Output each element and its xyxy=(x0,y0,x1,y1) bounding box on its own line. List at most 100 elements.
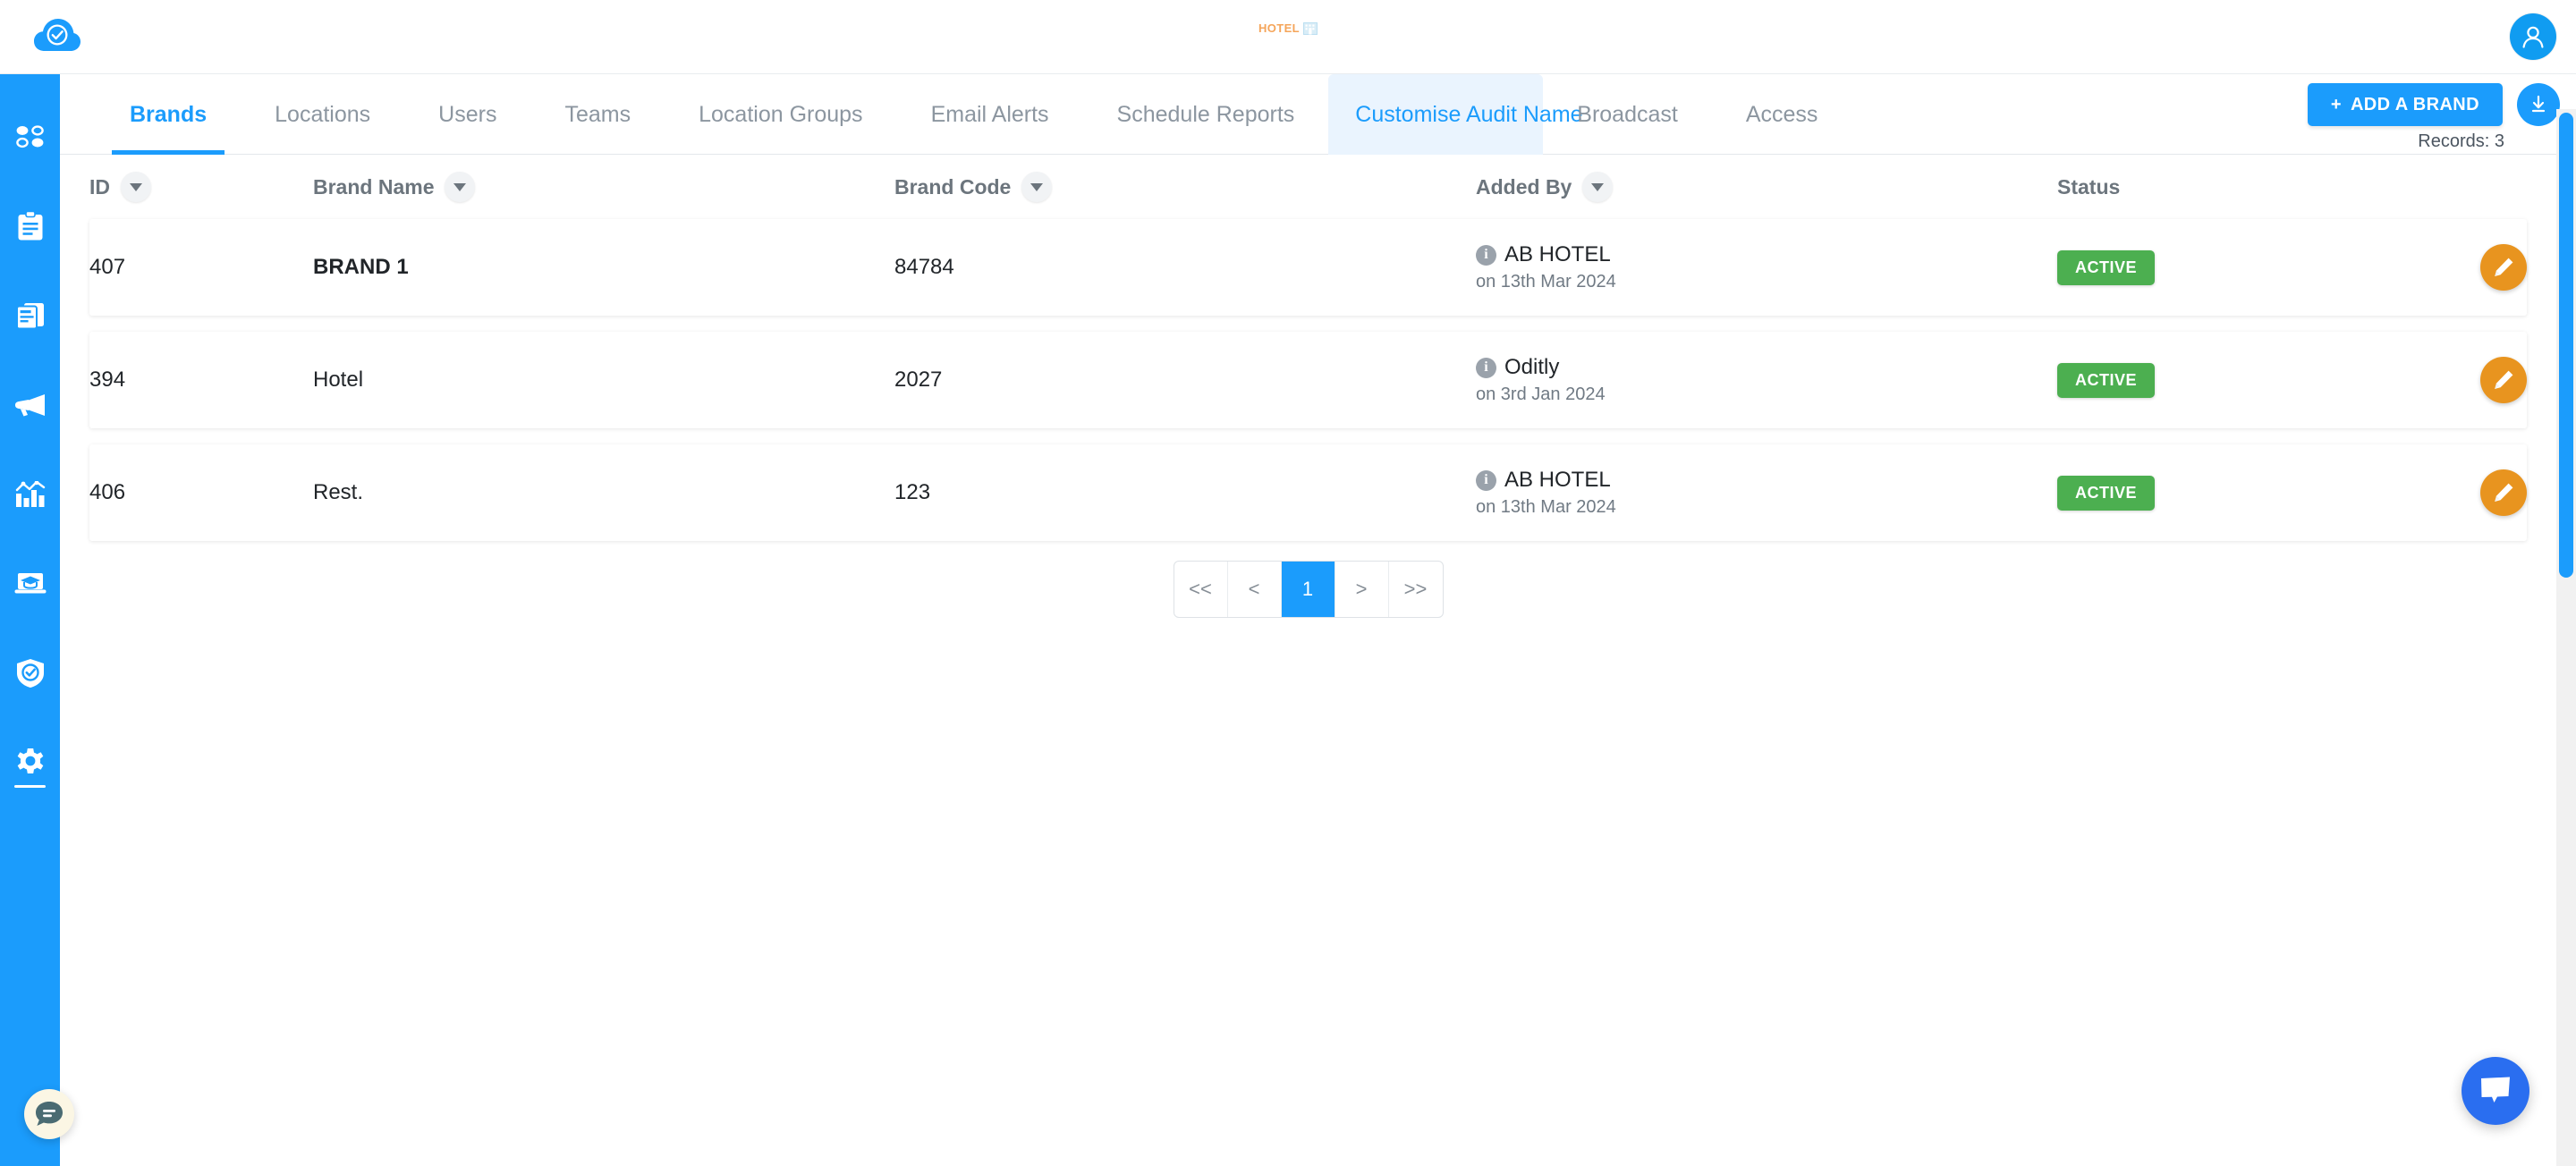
chevron-down-icon xyxy=(453,182,467,191)
sort-dropdown-brand-name[interactable] xyxy=(445,172,476,202)
download-button[interactable] xyxy=(2517,83,2560,126)
user-icon xyxy=(2522,26,2544,48)
table-row[interactable]: 394 Hotel 2027 i Oditly on 3rd Jan 2024 … xyxy=(89,332,2527,428)
pagination-first[interactable]: << xyxy=(1174,562,1228,617)
sort-dropdown-added-by[interactable] xyxy=(1582,172,1614,202)
records-count: Records: 3 xyxy=(2418,131,2504,151)
tab-label: Location Groups xyxy=(699,101,863,127)
sidebar-item-reports[interactable] xyxy=(0,271,60,360)
main-content: ID Brand Name Brand Code Added By Status xyxy=(60,155,2576,1166)
tab-label: Brands xyxy=(130,101,208,127)
tab-email-alerts[interactable]: Email Alerts xyxy=(897,74,1083,155)
dashboard-dots-icon xyxy=(15,124,46,149)
add-a-brand-button[interactable]: + ADD A BRAND xyxy=(2307,83,2503,126)
sidebar-item-broadcast[interactable] xyxy=(0,360,60,450)
status-badge: ACTIVE xyxy=(2057,362,2156,398)
edit-button[interactable] xyxy=(2480,244,2527,291)
cell-id: 394 xyxy=(89,368,126,392)
column-header-added-by: Added By xyxy=(1476,172,2057,202)
pagination-last[interactable]: >> xyxy=(1389,562,1443,617)
customer-logo-text: HOTEL xyxy=(1258,21,1301,35)
info-icon[interactable]: i xyxy=(1476,469,1496,491)
tab-brands[interactable]: Brands xyxy=(96,74,241,155)
document-icon xyxy=(15,301,46,330)
cell-brand-code: 2027 xyxy=(894,368,943,392)
status-badge: ACTIVE xyxy=(2057,249,2156,285)
tab-label: Broadcast xyxy=(1577,101,1678,127)
tab-bar: Brands Locations Users Teams Location Gr… xyxy=(60,74,2576,155)
tab-users[interactable]: Users xyxy=(404,74,530,155)
pagination-next[interactable]: > xyxy=(1335,562,1389,617)
cell-actions xyxy=(2415,357,2527,403)
cell-actions xyxy=(2415,244,2527,291)
pagination-page-1[interactable]: 1 xyxy=(1281,562,1335,617)
floating-chat-button[interactable] xyxy=(2462,1057,2529,1125)
gear-icon xyxy=(15,748,46,778)
sidebar-item-settings[interactable] xyxy=(0,718,60,807)
column-label: Brand Code xyxy=(894,174,1012,199)
cell-id: 407 xyxy=(89,255,126,279)
cell-brand-code: 84784 xyxy=(894,255,954,279)
pagination: << < 1 > >> xyxy=(89,561,2527,618)
edit-button[interactable] xyxy=(2480,357,2527,403)
cloud-check-logo[interactable] xyxy=(30,11,84,63)
tab-label: Customise Audit Name xyxy=(1355,101,1583,127)
tab-label: Locations xyxy=(275,101,371,127)
cell-added-by: i Oditly on 3rd Jan 2024 xyxy=(1476,355,2057,405)
table-row[interactable]: 406 Rest. 123 i AB HOTEL on 13th Mar 202… xyxy=(89,444,2527,541)
added-by-name: AB HOTEL xyxy=(1504,468,1611,492)
column-header-brand-name: Brand Name xyxy=(313,172,894,202)
sidebar-item-dashboard[interactable] xyxy=(0,92,60,182)
chat-bubble-icon xyxy=(2481,1077,2510,1103)
sort-dropdown-brand-code[interactable] xyxy=(1021,172,1053,202)
pagination-prev[interactable]: < xyxy=(1228,562,1282,617)
shield-check-icon xyxy=(16,658,45,689)
info-icon[interactable]: i xyxy=(1476,244,1496,266)
cell-brand-name: Rest. xyxy=(313,480,364,504)
customer-logo: HOTEL xyxy=(0,21,2576,35)
column-header-id: ID xyxy=(89,172,313,202)
tab-location-groups[interactable]: Location Groups xyxy=(665,74,896,155)
tab-teams[interactable]: Teams xyxy=(530,74,665,155)
pencil-icon xyxy=(2495,370,2513,389)
chevron-down-icon xyxy=(1030,182,1044,191)
chevron-down-icon xyxy=(130,182,142,191)
cell-status: ACTIVE xyxy=(2057,362,2415,398)
sidebar-item-compliance[interactable] xyxy=(0,629,60,718)
cell-status: ACTIVE xyxy=(2057,475,2415,511)
table-header-row: ID Brand Name Brand Code Added By Status xyxy=(89,155,2527,219)
status-badge: ACTIVE xyxy=(2057,475,2156,511)
sort-dropdown-id[interactable] xyxy=(121,172,151,202)
tab-label: Email Alerts xyxy=(930,101,1049,127)
cell-status: ACTIVE xyxy=(2057,249,2415,285)
tab-label: Teams xyxy=(564,101,631,127)
added-on-date: on 13th Mar 2024 xyxy=(1476,497,1616,517)
info-icon[interactable]: i xyxy=(1476,357,1496,378)
tab-access[interactable]: Access xyxy=(1712,74,1852,155)
tab-customise-audit-name[interactable]: Customise Audit Name xyxy=(1328,74,1583,155)
added-by-name: Oditly xyxy=(1504,355,1560,379)
cell-brand-name: BRAND 1 xyxy=(313,255,409,279)
added-by-name: AB HOTEL xyxy=(1504,242,1611,266)
cell-id: 406 xyxy=(89,480,126,504)
tab-list: Brands Locations Users Teams Location Gr… xyxy=(96,74,1852,155)
pencil-icon xyxy=(2495,483,2513,502)
tab-broadcast[interactable]: Broadcast xyxy=(1543,74,1712,155)
table-row[interactable]: 407 BRAND 1 84784 i AB HOTEL on 13th Mar… xyxy=(89,219,2527,316)
page-scrollbar-thumb[interactable] xyxy=(2559,113,2573,578)
pencil-icon xyxy=(2495,258,2513,276)
tab-schedule-reports[interactable]: Schedule Reports xyxy=(1083,74,1329,155)
added-on-date: on 3rd Jan 2024 xyxy=(1476,384,1606,404)
chat-bubble-icon xyxy=(36,1102,63,1126)
column-label: ID xyxy=(89,174,110,199)
sidebar-item-elearning[interactable] xyxy=(0,539,60,629)
support-chat-button[interactable] xyxy=(24,1089,74,1139)
elearning-icon xyxy=(14,571,47,596)
cell-brand-code: 123 xyxy=(894,480,931,504)
sidebar-item-analytics[interactable] xyxy=(0,450,60,539)
sidebar-item-audits[interactable] xyxy=(0,182,60,271)
edit-button[interactable] xyxy=(2480,469,2527,516)
avatar[interactable] xyxy=(2510,13,2556,60)
tab-locations[interactable]: Locations xyxy=(241,74,404,155)
column-header-brand-code: Brand Code xyxy=(894,172,1476,202)
